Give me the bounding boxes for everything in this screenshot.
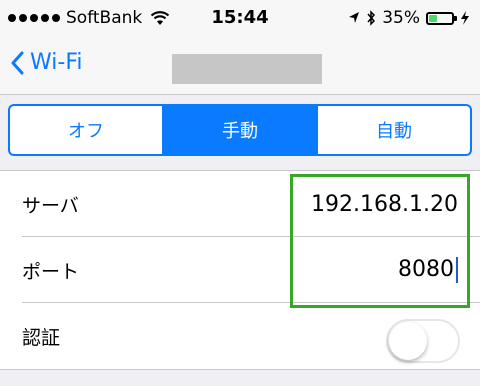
proxy-mode-segment: オフ 手動 自動 [0,104,480,156]
carrier-info: SoftBank [8,8,170,28]
navigation-bar: Wi-Fi [0,40,480,95]
carrier-name: SoftBank [66,8,143,28]
bottom-spacer [0,370,480,386]
status-right: 35% [348,8,470,28]
text-cursor [456,257,458,283]
chevron-left-icon [11,51,24,74]
location-arrow-icon [349,12,360,23]
status-bar: SoftBank 15:44 35% [0,0,480,40]
server-label: サーバ [22,194,79,217]
battery-percent: 35% [382,8,420,28]
server-field[interactable]: 192.168.1.20 [311,192,458,217]
auth-row: 認証 [0,303,480,369]
port-value: 8080 [398,257,454,282]
signal-icon [8,14,60,22]
port-label: ポート [22,260,80,283]
auth-label: 認証 [22,326,61,349]
bluetooth-icon [367,10,376,26]
segment-off[interactable]: オフ [10,106,164,154]
charging-bolt-icon [461,11,469,25]
battery-icon [426,11,457,25]
back-label: Wi-Fi [30,50,83,75]
wifi-signal-icon [151,10,170,25]
toggle-knob [389,322,427,360]
auth-toggle[interactable] [386,319,460,363]
server-row[interactable]: サーバ 192.168.1.20 [0,171,480,237]
segmented-control: オフ 手動 自動 [8,104,472,156]
segment-auto[interactable]: 自動 [318,106,470,154]
port-row[interactable]: ポート 8080 [0,237,480,303]
segment-manual[interactable]: 手動 [164,106,318,154]
port-field[interactable]: 8080 [398,257,458,283]
back-button[interactable]: Wi-Fi [10,50,83,75]
redacted-title [172,54,322,84]
settings-list: サーバ 192.168.1.20 ポート 8080 認証 [0,170,480,370]
